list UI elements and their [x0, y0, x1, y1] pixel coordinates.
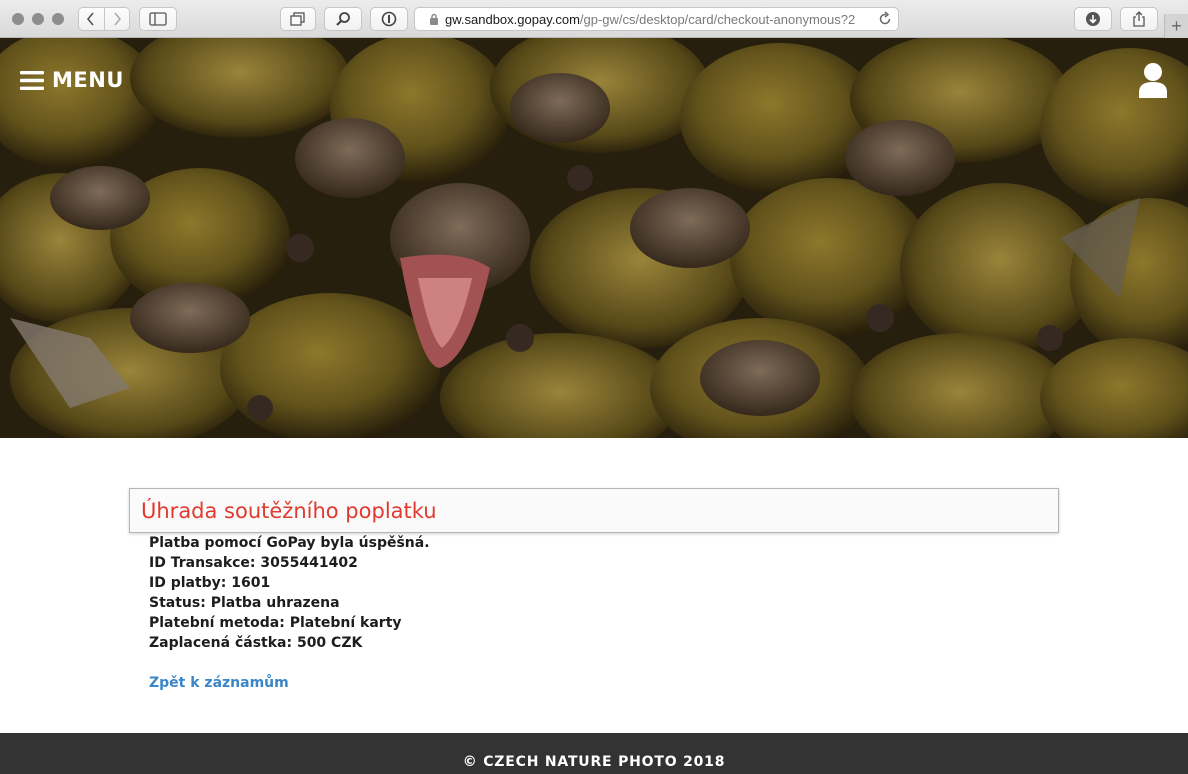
magnifier-icon: [336, 12, 350, 26]
footer: © CZECH NATURE PHOTO 2018: [0, 733, 1188, 774]
password-button[interactable]: [370, 7, 408, 31]
close-window-button[interactable]: [12, 13, 24, 25]
browser-toolbar: gw.sandbox.gopay.com/gp-gw/cs/desktop/ca…: [0, 0, 1188, 38]
menu-label: MENU: [52, 68, 124, 92]
search-button[interactable]: [324, 7, 362, 31]
payment-id: ID platby: 1601: [149, 575, 271, 591]
share-icon: [1133, 11, 1145, 27]
forward-button[interactable]: [103, 8, 129, 30]
sidebar-icon: [149, 12, 167, 26]
tab-overview-button[interactable]: [280, 7, 316, 31]
payment-method: Platební metoda: Platební karty: [149, 615, 402, 631]
menu-button[interactable]: MENU: [20, 68, 124, 92]
lock-icon: [429, 13, 439, 25]
minimize-window-button[interactable]: [32, 13, 44, 25]
new-tab-button[interactable]: +: [1164, 14, 1188, 38]
sidebar-toggle-button[interactable]: [139, 7, 177, 31]
download-icon: [1086, 12, 1100, 26]
url-path: /gp-gw/cs/desktop/card/checkout-anonymou…: [579, 11, 856, 27]
reload-icon[interactable]: [878, 11, 892, 30]
bats-photo: [0, 38, 1188, 438]
hero-banner: MENU: [0, 38, 1188, 438]
copyright-text: © CZECH NATURE PHOTO 2018: [462, 754, 726, 770]
payment-status: Status: Platba uhrazena: [149, 595, 340, 611]
info-circle-icon: [381, 11, 397, 27]
address-bar[interactable]: gw.sandbox.gopay.com/gp-gw/cs/desktop/ca…: [414, 7, 899, 31]
back-to-records-link[interactable]: Zpět k záznamům: [149, 673, 289, 693]
chevron-left-icon: [87, 12, 95, 26]
back-button[interactable]: [79, 8, 104, 30]
url-host: gw.sandbox.gopay.com: [445, 11, 580, 27]
payment-details: Platba pomocí GoPay byla úspěšná. ID Tra…: [149, 533, 430, 653]
user-account-button[interactable]: [1138, 62, 1168, 103]
zoom-window-button[interactable]: [52, 13, 64, 25]
downloads-button[interactable]: [1074, 7, 1112, 31]
tabs-icon: [290, 12, 305, 26]
history-nav: [78, 7, 130, 31]
user-icon: [1139, 63, 1167, 98]
chevron-right-icon: [114, 12, 122, 26]
hamburger-icon: [20, 70, 44, 90]
transaction-id: ID Transakce: 3055441402: [149, 555, 358, 571]
page-title: Úhrada soutěžního poplatku: [129, 488, 1059, 533]
share-button[interactable]: [1120, 7, 1158, 31]
paid-amount: Zaplacená částka: 500 CZK: [149, 635, 363, 651]
payment-status-message: Platba pomocí GoPay byla úspěšná.: [149, 535, 430, 551]
